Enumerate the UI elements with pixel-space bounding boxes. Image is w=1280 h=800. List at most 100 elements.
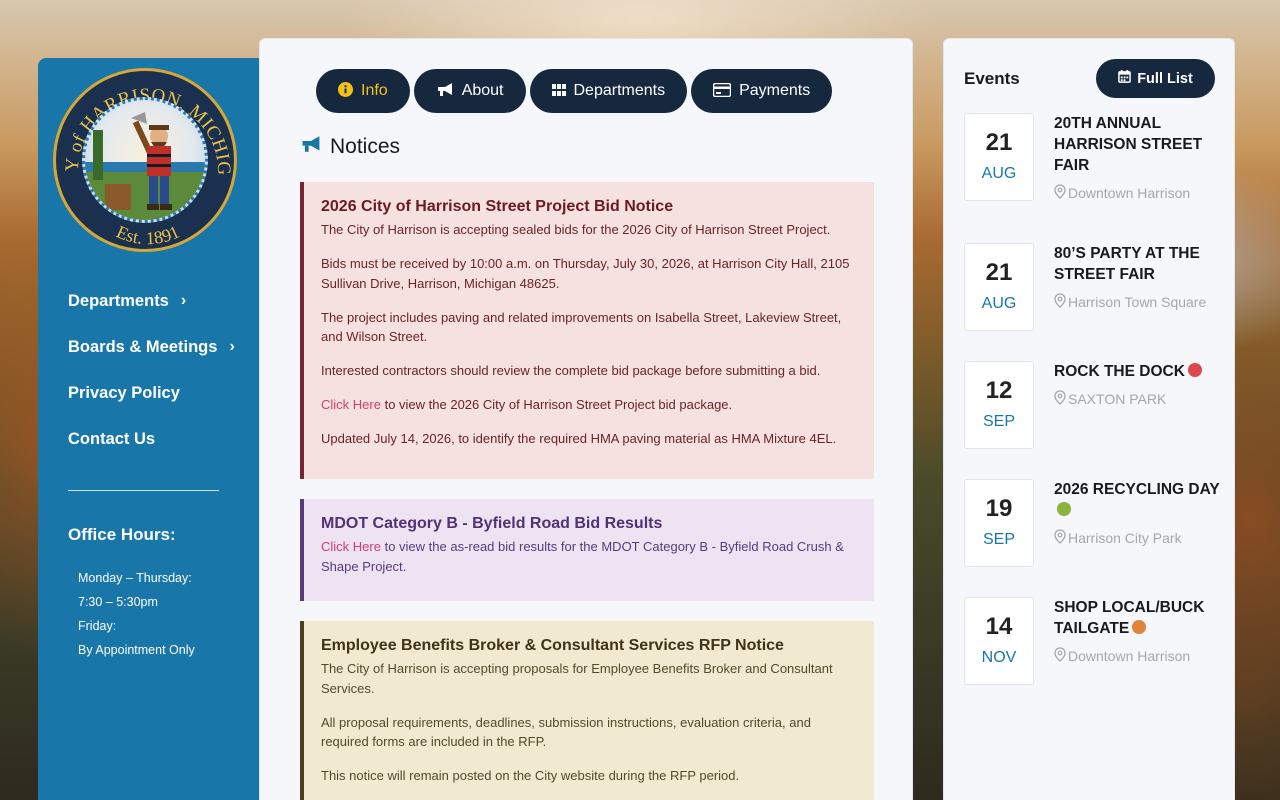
event-title[interactable]: Shop Local/Buck Tailgate	[1054, 597, 1226, 639]
full-list-label: Full List	[1137, 70, 1193, 87]
map-pin-icon	[1054, 184, 1066, 202]
sidebar: CITY of HARRISON, MICHIGAN Est. 1891	[38, 58, 259, 800]
sidebar-item-boards-meetings[interactable]: Boards & Meetings ›	[68, 324, 248, 370]
office-hours-line: Monday – Thursday:	[78, 571, 192, 585]
event-day: 14	[985, 613, 1013, 640]
notice-benefits-rfp: Employee Benefits Broker & Consultant Se…	[300, 621, 874, 800]
notice-mdot-bid-results: MDOT Category B - Byfield Road Bid Resul…	[300, 499, 874, 601]
event-title-text: Shop Local/Buck Tailgate	[1054, 599, 1205, 637]
notice-title: Employee Benefits Broker & Consultant Se…	[321, 637, 784, 654]
tab-payments[interactable]: Payments	[691, 69, 833, 113]
notice-paragraph: Bids must be received by 10:00 a.m. on T…	[321, 256, 850, 291]
office-hours-line: By Appointment Only	[78, 643, 195, 657]
notices-heading: Notices	[300, 135, 400, 159]
sidebar-item-label: Boards & Meetings	[68, 337, 218, 356]
megaphone-icon	[300, 135, 322, 159]
event-title-text: Rock the Dock	[1054, 363, 1185, 380]
notice-paragraph: This notice will remain posted on the Ci…	[321, 768, 740, 783]
tab-label: About	[461, 82, 504, 99]
notice-paragraph: Interested contractors should review the…	[321, 363, 821, 378]
notice-title: MDOT Category B - Byfield Road Bid Resul…	[321, 515, 663, 532]
event-title[interactable]: 80’s Party at the Street Fair	[1054, 243, 1226, 285]
event-location: Harrison Town Square	[1054, 293, 1226, 311]
seal-lumberjack-illustration	[82, 97, 208, 223]
event-title[interactable]: 20th Annual Harrison Street Fair	[1054, 113, 1226, 176]
event-month: NOV	[981, 649, 1017, 666]
bid-package-link[interactable]: Click Here	[321, 397, 381, 412]
sidebar-divider	[68, 490, 219, 491]
city-seal-logo[interactable]: CITY of HARRISON, MICHIGAN Est. 1891	[53, 68, 237, 252]
chevron-right-icon: ›	[229, 338, 235, 355]
category-dot	[1132, 620, 1147, 634]
event-date: 21 AUG	[964, 243, 1034, 331]
full-list-button[interactable]: Full List	[1096, 59, 1215, 98]
event-location-text: Downtown Harrison	[1068, 185, 1191, 201]
calendar-icon	[1118, 70, 1132, 87]
tab-departments[interactable]: Departments	[529, 69, 688, 113]
event-date: 21 AUG	[964, 113, 1034, 201]
notice-paragraph: Click Here to view the 2026 City of Harr…	[321, 395, 858, 415]
category-dot	[1187, 363, 1202, 377]
svg-text:Est. 1891: Est. 1891	[114, 222, 183, 249]
event-location: Downtown Harrison	[1054, 647, 1226, 665]
event-month: AUG	[981, 295, 1017, 312]
event-month: AUG	[981, 165, 1017, 182]
event-day: 19	[985, 495, 1013, 522]
event-location-text: Downtown Harrison	[1068, 648, 1191, 664]
tab-label: Payments	[739, 82, 811, 99]
event-location: Harrison City Park	[1054, 529, 1226, 547]
event-title[interactable]: Rock the Dock	[1054, 361, 1226, 382]
event-location-text: SAXTON PARK	[1068, 391, 1167, 407]
notice-title: 2026 City of Harrison Street Project Bid…	[321, 198, 674, 215]
credit-card-icon	[712, 82, 732, 100]
megaphone-icon	[436, 82, 454, 100]
map-pin-icon	[1054, 293, 1066, 311]
bid-results-link[interactable]: Click Here	[321, 539, 381, 554]
chevron-right-icon: ›	[180, 292, 187, 309]
notice-link-text: to view the as-read bid results for the …	[321, 539, 844, 574]
event-location-text: Harrison City Park	[1068, 530, 1182, 546]
notices-title: Notices	[330, 135, 401, 158]
office-hours-line: 7:30 – 5:30pm	[78, 595, 158, 609]
event-location-text: Harrison Town Square	[1068, 294, 1207, 310]
event-day: 21	[985, 129, 1013, 156]
events-panel: Events Full List 21 AUG 20th Annual Harr…	[943, 38, 1235, 800]
category-dot	[1057, 502, 1071, 516]
tab-info[interactable]: Info	[316, 69, 410, 113]
notice-paragraph: Click Here to view the as-read bid resul…	[321, 537, 858, 576]
tab-label: Departments	[573, 82, 666, 99]
sidebar-item-departments[interactable]: Departments ›	[68, 278, 248, 324]
event-month: SEP	[982, 413, 1015, 430]
grid-icon	[551, 83, 566, 99]
event-location: SAXTON PARK	[1054, 390, 1226, 408]
sidebar-item-contact-us[interactable]: Contact Us	[68, 416, 248, 462]
office-hours-list: Monday – Thursday: 7:30 – 5:30pm Friday:…	[78, 566, 195, 662]
notice-paragraph: The City of Harrison is accepting sealed…	[321, 222, 831, 237]
map-pin-icon	[1054, 647, 1066, 665]
notice-paragraph: The City of Harrison is accepting propos…	[321, 661, 833, 696]
sidebar-item-privacy-policy[interactable]: Privacy Policy	[68, 370, 248, 416]
notice-paragraph: The project includes paving and related …	[321, 309, 842, 345]
sidebar-nav: Departments › Boards & Meetings › Privac…	[68, 278, 248, 462]
sidebar-item-label: Departments	[68, 291, 169, 310]
event-day: 21	[985, 259, 1013, 286]
sidebar-item-label: Privacy Policy	[68, 383, 180, 402]
notice-paragraph: All proposal requirements, deadlines, su…	[321, 714, 811, 750]
notice-street-project-bid: 2026 City of Harrison Street Project Bid…	[300, 182, 874, 479]
event-date: 19 SEP	[964, 479, 1034, 567]
notice-paragraph: Updated July 14, 2026, to identify the r…	[321, 431, 837, 446]
event-title[interactable]: 2026 Recycling Day	[1054, 479, 1226, 521]
office-hours-title: Office Hours:	[68, 525, 176, 544]
event-location: Downtown Harrison	[1054, 184, 1226, 202]
map-pin-icon	[1054, 529, 1066, 547]
tab-bar: Info About Departments Payments	[316, 69, 833, 113]
tab-about[interactable]: About	[413, 69, 526, 113]
tab-label: Info	[361, 82, 388, 99]
map-pin-icon	[1054, 390, 1066, 408]
office-hours-line: Friday:	[78, 619, 117, 633]
event-date: 12 SEP	[964, 361, 1034, 449]
event-date: 14 NOV	[964, 597, 1034, 685]
event-month: SEP	[982, 531, 1015, 548]
event-day: 12	[985, 377, 1013, 404]
event-title-text: 2026 Recycling Day	[1054, 481, 1220, 498]
